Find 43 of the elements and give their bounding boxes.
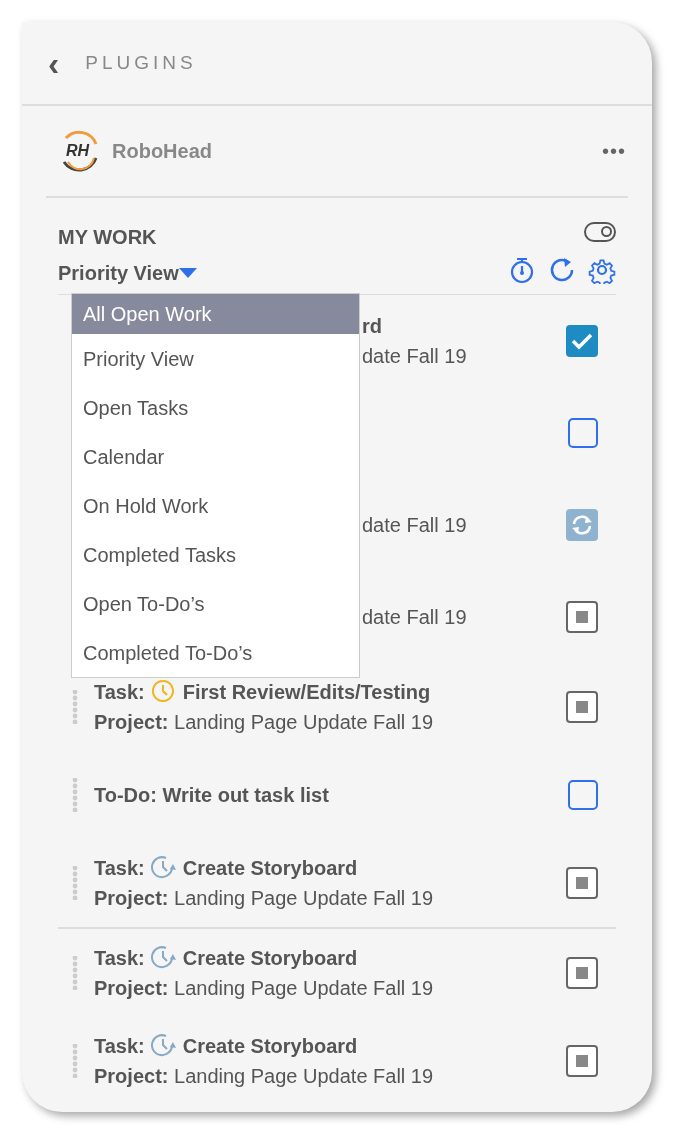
stop-button[interactable] <box>566 691 598 723</box>
task-label: Task: <box>94 947 145 969</box>
task-title: Create Storyboard <box>182 857 358 879</box>
project-text: date Fall 19 <box>362 605 467 630</box>
checkbox[interactable] <box>568 780 598 810</box>
project-text: Project: Landing Page Update Fall 19 <box>94 886 434 911</box>
drag-handle[interactable] <box>72 956 78 990</box>
drag-handle[interactable] <box>72 690 78 724</box>
drag-handle[interactable] <box>72 866 78 900</box>
task-label: Task: <box>94 1035 145 1057</box>
stop-button[interactable] <box>566 867 598 899</box>
stop-button[interactable] <box>566 601 598 633</box>
drag-handle[interactable] <box>72 1044 78 1078</box>
caret-icon[interactable] <box>178 268 197 278</box>
more-button[interactable]: ••• <box>600 136 628 166</box>
task-title: Create Storyboard <box>182 1035 358 1057</box>
task-title: rd <box>362 314 382 339</box>
plugin-name: RoboHead <box>112 139 212 164</box>
task-title: Create Storyboard <box>182 947 358 969</box>
project-text: Project: Landing Page Update Fall 19 <box>94 1064 434 1089</box>
sync-button[interactable] <box>566 509 598 541</box>
checkbox[interactable] <box>568 418 598 448</box>
view-selector[interactable]: Priority View <box>58 258 197 288</box>
toggle-switch[interactable] <box>584 222 616 242</box>
checkbox[interactable] <box>566 325 598 357</box>
refresh-icon[interactable] <box>548 256 576 284</box>
stopwatch-icon[interactable] <box>508 256 536 284</box>
todo-title: To-Do: Write out task list <box>94 784 329 806</box>
project-text: date Fall 19 <box>362 344 467 369</box>
check-icon <box>571 332 593 350</box>
project-text: Project: Landing Page Update Fall 19 <box>94 710 434 735</box>
page-title: PLUGINS <box>85 50 197 75</box>
task-title: First Review/Edits/Testing <box>182 681 431 703</box>
sync-icon <box>570 513 594 537</box>
stop-button[interactable] <box>566 957 598 989</box>
task-label: Task: <box>94 857 145 879</box>
drag-handle[interactable] <box>72 778 78 812</box>
project-text: Project: Landing Page Update Fall 19 <box>94 976 434 1001</box>
task-label: Task: <box>94 681 145 703</box>
back-button[interactable]: ‹ <box>44 46 64 80</box>
project-text: date Fall 19 <box>362 513 467 538</box>
section-title: MY WORK <box>58 225 158 250</box>
stop-button[interactable] <box>566 1045 598 1077</box>
